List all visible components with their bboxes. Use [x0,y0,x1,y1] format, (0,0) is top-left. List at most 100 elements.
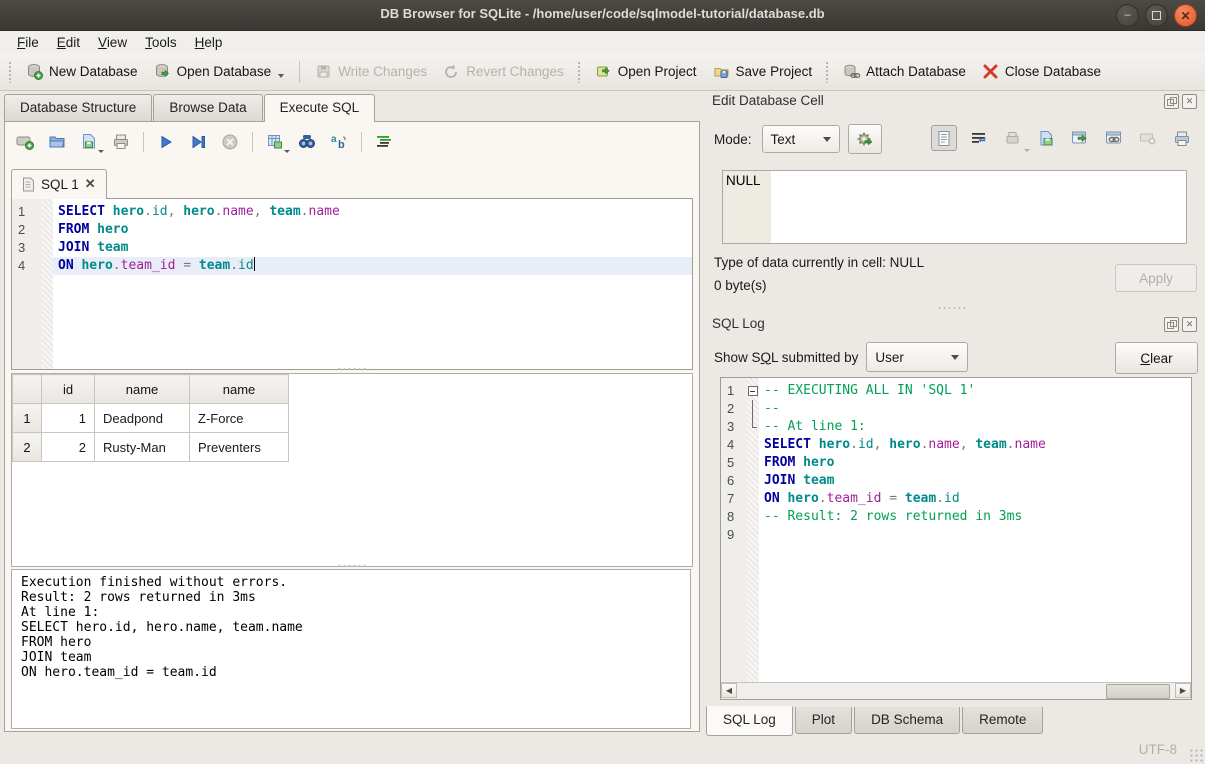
log-code-area[interactable]: -- EXECUTING ALL IN 'SQL 1'---- At line … [759,378,1191,699]
results-table[interactable]: idnamename11DeadpondZ-Force22Rusty-ManPr… [12,374,289,462]
code-line[interactable]: ON hero.team_id = team.id [53,257,692,275]
close-database-button[interactable]: Close Database [974,58,1109,85]
tab-database-structure[interactable]: Database Structure [4,94,152,121]
import-data-button[interactable] [999,125,1025,151]
menu-file[interactable]: File [8,33,48,52]
code-line[interactable] [759,526,1191,544]
float-dock-icon[interactable] [1164,94,1179,109]
scroll-right-icon[interactable]: ▶ [1175,683,1191,698]
column-header-id[interactable]: id [42,375,95,404]
apply-cell-button[interactable] [1067,125,1093,151]
cell-value-editor[interactable]: NULL [722,170,1187,244]
toolbar-drag-handle[interactable] [577,61,582,83]
editor-code-area[interactable]: SELECT hero.id, hero.name, team.nameFROM… [53,199,692,369]
code-line[interactable]: -- At line 1: [759,418,1191,436]
save-sql-file-button[interactable] [79,132,99,152]
write-changes-button[interactable]: Write Changes [307,58,435,85]
find-button[interactable] [297,132,317,152]
tab-plot[interactable]: Plot [795,707,852,734]
revert-changes-button[interactable]: Revert Changes [435,58,572,85]
maximize-button[interactable] [1145,4,1168,27]
splitter-handle[interactable] [337,367,369,371]
execute-all-button[interactable] [156,132,176,152]
auto-format-button[interactable] [848,124,882,154]
import-dropdown-icon[interactable] [1024,149,1030,152]
code-line[interactable]: FROM hero [53,221,692,239]
close-dock-icon[interactable]: ✕ [1182,94,1197,109]
table-cell[interactable]: 2 [42,433,95,462]
float-dock-icon[interactable] [1164,317,1179,332]
table-row[interactable]: 11DeadpondZ-Force [13,404,289,433]
sql-log-view[interactable]: 123456789 -- EXECUTING ALL IN 'SQL 1'---… [720,377,1192,700]
table-row[interactable]: 22Rusty-ManPreventers [13,433,289,462]
open-sql-file-button[interactable] [47,132,67,152]
code-line[interactable]: -- EXECUTING ALL IN 'SQL 1' [759,382,1191,400]
table-cell[interactable]: Rusty-Man [95,433,190,462]
fold-minus-icon[interactable] [747,382,759,400]
apply-button[interactable]: Apply [1115,264,1197,292]
export-results-dropdown-icon[interactable] [284,150,290,153]
tab-remote[interactable]: Remote [962,707,1043,734]
new-database-button[interactable]: New Database [18,58,146,85]
scrollbar-thumb[interactable] [1106,684,1170,699]
tab-db-schema[interactable]: DB Schema [854,707,960,734]
execute-current-line-button[interactable] [188,132,208,152]
menu-tools[interactable]: Tools [136,33,186,52]
tab-sql-log[interactable]: SQL Log [706,706,793,736]
tab-browse-data[interactable]: Browse Data [153,94,262,121]
mode-combobox[interactable]: Text [762,125,840,153]
table-cell[interactable]: Z-Force [190,404,289,433]
toolbar-drag-handle[interactable] [825,61,830,83]
column-header-name[interactable]: name [95,375,190,404]
open-database-button[interactable]: Open Database [146,58,293,85]
word-wrap-button[interactable] [965,125,991,151]
print-button[interactable] [111,132,131,152]
column-header-name[interactable]: name [190,375,289,404]
set-null-button[interactable] [1135,125,1161,151]
table-cell[interactable]: Preventers [190,433,289,462]
menu-help[interactable]: Help [186,33,232,52]
tab-execute-sql[interactable]: Execute SQL [264,94,376,122]
set-as-link-button[interactable] [1101,125,1127,151]
code-line[interactable]: -- Result: 2 rows returned in 3ms [759,508,1191,526]
new-tab-button[interactable] [15,132,35,152]
code-line[interactable]: JOIN team [53,239,692,257]
clear-button[interactable]: Clear [1115,342,1198,374]
submitter-combobox[interactable]: User [866,342,968,372]
log-horizontal-scrollbar[interactable]: ◀ ▶ [721,682,1191,699]
print-cell-button[interactable] [1169,125,1195,151]
menu-view[interactable]: View [89,33,136,52]
cell-editor-blank[interactable] [771,171,1186,243]
resize-grip[interactable] [1189,748,1203,762]
toolbar-drag-handle[interactable] [8,61,13,83]
open-project-button[interactable]: Open Project [587,58,705,85]
open-database-dropdown-icon[interactable] [278,74,284,78]
sql1-tab[interactable]: SQL 1 ✕ [11,169,107,199]
code-line[interactable]: JOIN team [759,472,1191,490]
table-cell[interactable]: 1 [42,404,95,433]
close-dock-icon[interactable]: ✕ [1182,317,1197,332]
code-line[interactable]: ON hero.team_id = team.id [759,490,1191,508]
close-button[interactable]: ✕ [1174,4,1197,27]
code-line[interactable]: SELECT hero.id, hero.name, team.name [759,436,1191,454]
log-fold-margin[interactable] [747,378,759,699]
stop-button[interactable] [220,132,240,152]
splitter-handle[interactable] [337,564,369,568]
table-cell[interactable]: Deadpond [95,404,190,433]
row-header[interactable]: 2 [13,433,42,462]
save-sql-dropdown-icon[interactable] [98,150,104,153]
close-tab-icon[interactable]: ✕ [85,176,96,192]
export-results-button[interactable] [265,132,285,152]
corner-header[interactable] [13,375,42,404]
attach-database-button[interactable]: Attach Database [835,58,974,85]
code-line[interactable]: -- [759,400,1191,418]
format-sql-button[interactable] [374,132,394,152]
menu-edit[interactable]: Edit [48,33,89,52]
encoding-indicator[interactable]: UTF-8 [1139,742,1177,757]
row-header[interactable]: 1 [13,404,42,433]
splitter-handle[interactable] [937,306,969,310]
minimize-button[interactable]: – [1116,4,1139,27]
scroll-left-icon[interactable]: ◀ [721,683,737,698]
sql-editor[interactable]: 1234 SELECT hero.id, hero.name, team.nam… [11,198,693,370]
code-line[interactable]: SELECT hero.id, hero.name, team.name [53,203,692,221]
